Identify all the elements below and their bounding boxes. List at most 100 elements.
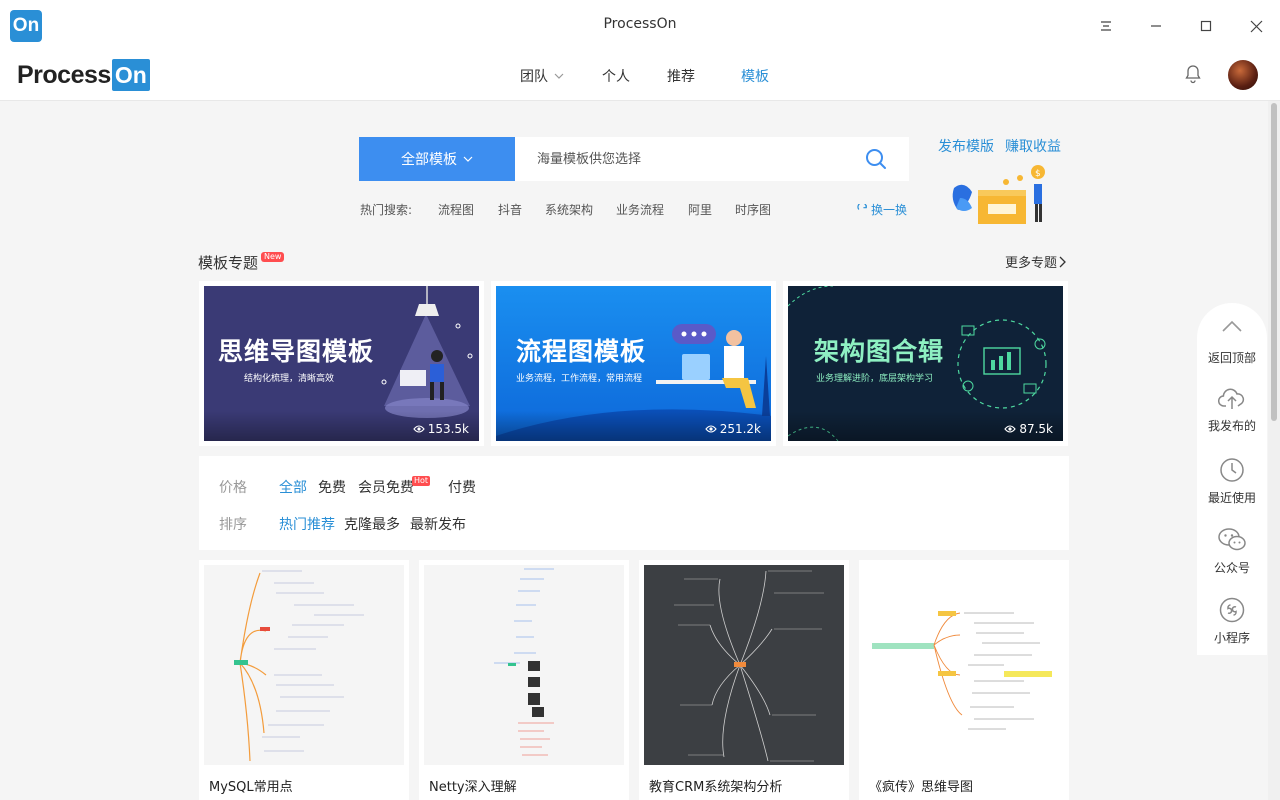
more-topics-link[interactable]: 更多专题	[1005, 252, 1066, 271]
nav-recommend[interactable]: 推荐	[667, 66, 695, 86]
nav-team-label: 团队	[520, 69, 548, 85]
refresh-label: 换一换	[871, 203, 908, 217]
wechat-account-button[interactable]: 公众号	[1197, 527, 1267, 576]
refresh-button[interactable]: 换一换	[857, 201, 907, 218]
hot-term[interactable]: 系统架构	[545, 201, 593, 218]
logo-text: Process	[17, 60, 111, 89]
template-title: MySQL常用点	[209, 780, 293, 795]
publish-template-link[interactable]: 发布模版	[938, 136, 994, 156]
hot-term[interactable]: 时序图	[735, 201, 771, 218]
topic-title: 思维导图模板	[218, 337, 375, 366]
chevron-down-icon	[554, 73, 564, 79]
template-card[interactable]: 教育CRM系统架构分析	[639, 560, 849, 800]
hot-term[interactable]: 抖音	[498, 201, 522, 218]
eye-icon	[1004, 425, 1017, 433]
template-title: 教育CRM系统架构分析	[649, 780, 783, 795]
template-card[interactable]: MySQL常用点	[199, 560, 409, 800]
sort-option-newest[interactable]: 最新发布	[410, 514, 466, 534]
chevron-up-icon	[1222, 320, 1242, 332]
logo-badge: On	[111, 59, 150, 91]
topic-subtitle: 结构化梳理，清晰高效	[244, 374, 335, 384]
mini-program-icon	[1219, 597, 1245, 623]
mini-program-label: 小程序	[1213, 631, 1250, 645]
nav-personal[interactable]: 个人	[602, 66, 630, 86]
back-to-top-label: 返回顶部	[1207, 351, 1256, 365]
minimize-button[interactable]	[1142, 12, 1170, 40]
chevron-right-icon	[1059, 256, 1066, 267]
hot-search-label: 热门搜索:	[360, 203, 413, 217]
nav-bar: Process On 团队 个人 推荐 模板	[0, 50, 1280, 101]
nav-team[interactable]: 团队	[520, 66, 564, 86]
sort-option-most-cloned[interactable]: 克隆最多	[344, 514, 400, 534]
menu-icon[interactable]	[1092, 12, 1120, 40]
template-thumbnail	[644, 565, 844, 765]
template-thumbnail	[424, 565, 624, 765]
eye-icon	[704, 425, 717, 433]
window-title: ProcessOn	[603, 16, 677, 32]
price-option-paid[interactable]: 付费	[448, 477, 476, 497]
wechat-account-label: 公众号	[1213, 561, 1250, 575]
maximize-button[interactable]	[1192, 12, 1220, 40]
topic-view-count: 87.5k	[1019, 422, 1053, 436]
search-category-dropdown[interactable]: 全部模板	[359, 137, 515, 181]
hot-term[interactable]: 业务流程	[616, 201, 664, 218]
topic-views: 87.5k	[1004, 422, 1053, 436]
topic-banner: 架构图合辑 业务理解进阶，底层架构学习 87.5k	[788, 286, 1063, 441]
template-thumbnail	[204, 565, 404, 765]
close-button[interactable]	[1242, 12, 1270, 40]
cloud-upload-icon	[1218, 388, 1245, 409]
scrollbar-thumb[interactable]	[1271, 103, 1277, 421]
earn-income-link[interactable]: 赚取收益	[1005, 136, 1061, 156]
hot-term[interactable]: 阿里	[688, 201, 712, 218]
promo-illustration: $	[950, 160, 1050, 228]
sort-option-popular[interactable]: 热门推荐	[279, 514, 335, 534]
topic-view-count: 153.5k	[427, 422, 469, 436]
recently-used-button[interactable]: 最近使用	[1197, 457, 1267, 506]
topic-views: 251.2k	[704, 422, 761, 436]
template-card[interactable]: Netty深入理解	[419, 560, 629, 800]
refresh-icon	[857, 204, 867, 210]
search-box	[515, 137, 909, 181]
template-card[interactable]: 《疯传》思维导图	[859, 560, 1069, 800]
hot-badge: Hot	[412, 476, 431, 486]
scrollbar[interactable]	[1268, 101, 1280, 800]
chevron-down-icon	[463, 156, 473, 162]
topic-views: 153.5k	[412, 422, 469, 436]
logo[interactable]: Process On	[17, 59, 150, 91]
title-bar: On ProcessOn	[0, 0, 1280, 50]
topic-title: 架构图合辑	[814, 337, 945, 366]
filter-panel: 价格 全部 免费 会员免费 Hot 付费 排序 热门推荐 克隆最多 最新发布	[199, 456, 1069, 550]
search-icon[interactable]	[865, 148, 887, 174]
svg-text:$: $	[1035, 169, 1041, 179]
topic-card-architecture[interactable]: 架构图合辑 业务理解进阶，底层架构学习 87.5k	[783, 281, 1068, 446]
price-option-member-free[interactable]: 会员免费	[358, 477, 414, 497]
price-option-all[interactable]: 全部	[279, 477, 307, 497]
price-option-free[interactable]: 免费	[318, 477, 346, 497]
sort-filter-label: 排序	[219, 517, 247, 533]
topic-title: 流程图模板	[516, 337, 647, 366]
nav-templates[interactable]: 模板	[741, 66, 769, 86]
more-topics-label: 更多专题	[1005, 256, 1058, 271]
new-badge: New	[261, 252, 285, 262]
price-filter-label: 价格	[219, 480, 247, 496]
wechat-icon	[1218, 528, 1246, 551]
recently-used-label: 最近使用	[1207, 491, 1256, 505]
my-published-button[interactable]: 我发布的	[1197, 387, 1267, 434]
template-title: Netty深入理解	[429, 780, 517, 795]
hot-term[interactable]: 流程图	[438, 201, 474, 218]
topic-subtitle: 业务理解进阶，底层架构学习	[816, 374, 934, 384]
clock-icon	[1220, 458, 1244, 482]
template-thumbnail	[864, 565, 1064, 765]
search-input[interactable]	[515, 137, 855, 181]
topic-card-flowchart[interactable]: 流程图模板 业务流程，工作流程，常用流程 251.2k	[491, 281, 776, 446]
topic-subtitle: 业务流程，工作流程，常用流程	[516, 374, 643, 384]
mini-program-button[interactable]: 小程序	[1197, 597, 1267, 646]
section-title: 模板专题	[198, 254, 259, 272]
topic-card-mindmap[interactable]: 思维导图模板 结构化梳理，清晰高效 153.5k	[199, 281, 484, 446]
eye-icon	[412, 425, 425, 433]
floating-toolbar: 返回顶部 我发布的 最近使用 公众号 小程序	[1197, 303, 1267, 655]
my-published-label: 我发布的	[1207, 419, 1256, 433]
back-to-top-button[interactable]: 返回顶部	[1197, 319, 1267, 366]
avatar[interactable]	[1228, 60, 1258, 90]
bell-icon[interactable]	[1184, 64, 1202, 88]
